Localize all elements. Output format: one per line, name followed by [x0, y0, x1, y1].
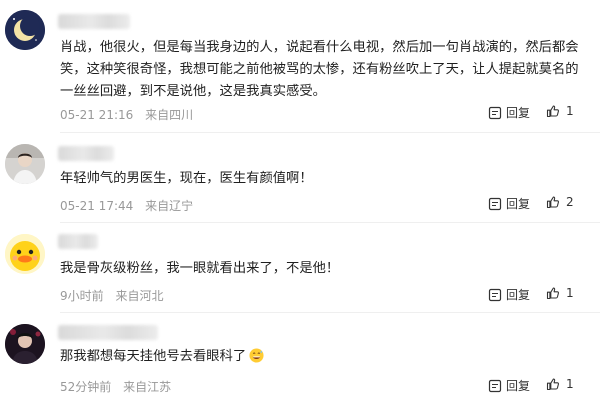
like-count: 1 — [566, 286, 574, 300]
comment-location: 来自河北 — [115, 289, 164, 303]
comment-text: 那我都想每天挂他号去看眼科了 — [60, 346, 580, 371]
reply-icon — [488, 197, 502, 210]
like-button[interactable]: 1 — [546, 377, 574, 391]
like-button[interactable]: 1 — [546, 286, 574, 300]
like-button[interactable]: 1 — [546, 104, 574, 118]
thumbs-up-icon — [546, 196, 559, 209]
reply-label: 回复 — [506, 197, 531, 211]
comment-time: 05-21 17:44 — [60, 199, 134, 213]
duck-icon — [5, 234, 45, 274]
comment-meta: 9小时前 来自河北 — [60, 287, 163, 304]
comment-meta: 05-21 21:16 来自四川 — [60, 106, 193, 123]
comment-location: 来自辽宁 — [145, 199, 194, 213]
avatar[interactable] — [5, 144, 45, 184]
user-photo — [5, 324, 45, 364]
divider — [60, 222, 600, 223]
comment-meta: 05-21 17:44 来自辽宁 — [60, 197, 193, 214]
comment-text-content: 那我都想每天挂他号去看眼科了 — [60, 349, 247, 364]
reply-label: 回复 — [506, 106, 531, 120]
divider — [60, 132, 600, 133]
username-redacted[interactable] — [58, 234, 98, 249]
comment-location: 来自四川 — [145, 108, 194, 122]
reply-icon — [488, 288, 502, 301]
like-button[interactable]: 2 — [546, 195, 574, 209]
reply-button[interactable]: 回复 — [488, 286, 530, 303]
reply-label: 回复 — [506, 379, 531, 393]
comment-text: 肖战，他很火，但是每当我身边的人，说起看什么电视，然后加一句肖战演的，然后都会笑… — [60, 40, 579, 99]
reply-button[interactable]: 回复 — [488, 104, 530, 121]
reply-icon — [488, 379, 502, 392]
comment-text: 我是骨灰级粉丝，我一眼就看出来了，不是他！ — [60, 261, 340, 276]
username-redacted[interactable] — [58, 146, 114, 161]
like-count: 1 — [566, 104, 574, 118]
reply-button[interactable]: 回复 — [488, 377, 530, 394]
divider — [60, 312, 600, 313]
username-redacted[interactable] — [58, 325, 158, 340]
like-count: 1 — [566, 377, 574, 391]
like-count: 2 — [566, 195, 574, 209]
reply-button[interactable]: 回复 — [488, 195, 530, 212]
comment-text: 年轻帅气的男医生，现在，医生有颜值啊！ — [60, 171, 313, 186]
thumbs-up-icon — [546, 287, 559, 300]
thumbs-up-icon — [546, 105, 559, 118]
thumbs-up-icon — [546, 378, 559, 391]
comment-time: 9小时前 — [60, 289, 104, 303]
user-photo — [5, 144, 45, 184]
grinning-sweat-emoji — [249, 348, 264, 371]
comment-location: 来自江苏 — [123, 380, 172, 394]
reply-label: 回复 — [506, 288, 531, 302]
reply-icon — [488, 106, 502, 119]
avatar[interactable] — [5, 234, 45, 274]
comment-time: 52分钟前 — [60, 380, 112, 394]
avatar[interactable] — [5, 10, 45, 50]
comment-time: 05-21 21:16 — [60, 108, 134, 122]
comment-meta: 52分钟前 来自江苏 — [60, 378, 171, 395]
moon-icon — [5, 10, 45, 50]
avatar[interactable] — [5, 324, 45, 364]
username-redacted[interactable] — [58, 14, 130, 29]
